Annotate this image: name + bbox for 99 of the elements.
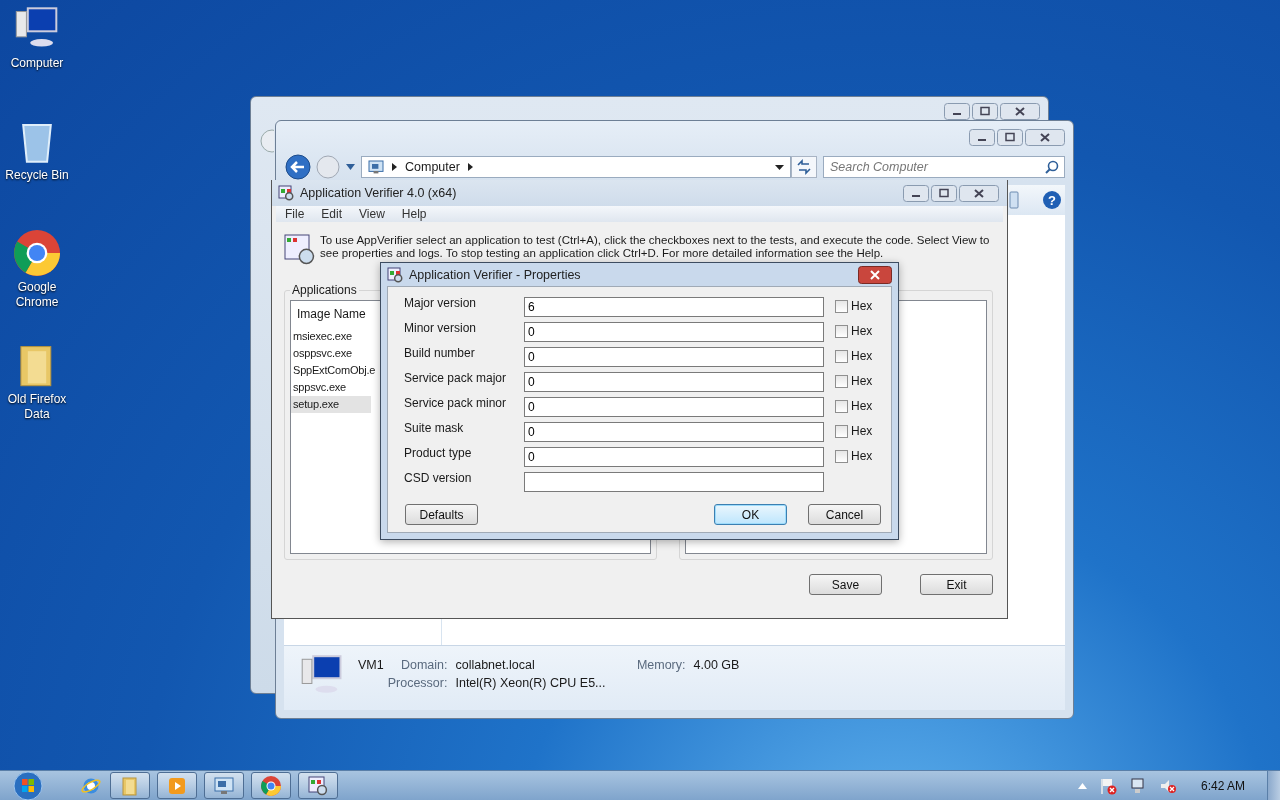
checkbox-label[interactable]: Hex xyxy=(851,299,873,313)
input-field[interactable]: 0 xyxy=(524,372,824,392)
close-button[interactable] xyxy=(858,265,892,284)
refresh-button[interactable] xyxy=(791,156,817,178)
menu-item[interactable]: View xyxy=(350,206,393,222)
instructions-text: To use AppVerifier select an application to test (Ctrl+A), click the checkboxes next to the tests, and execute the code. Select View to see properties and logs. To stop testing an application click Ctrl+D. For more detailed information see the Help. xyxy=(320,234,991,261)
chevron-icon[interactable] xyxy=(392,163,397,171)
search-icon[interactable] xyxy=(1045,160,1059,174)
window-magnifier-icon xyxy=(387,266,403,283)
list-item[interactable]: setup.exe xyxy=(291,396,371,413)
taskbar-button[interactable] xyxy=(110,772,150,799)
list-item[interactable]: sppsvc.exe xyxy=(291,379,371,396)
detail-label: Domain: xyxy=(399,658,448,672)
list-item[interactable]: msiexec.exe xyxy=(291,328,371,345)
help-button[interactable]: ? xyxy=(1043,191,1061,209)
input-field[interactable]: 6 xyxy=(524,297,824,317)
desktop-icon-label[interactable]: Old Firefox Data xyxy=(4,392,70,422)
minimize-button[interactable] xyxy=(903,184,929,202)
input-field[interactable]: 0 xyxy=(524,322,824,342)
field-label: Major version xyxy=(404,296,478,310)
field-label: CSD version xyxy=(404,471,473,485)
checkbox[interactable] xyxy=(835,374,848,388)
menu-item[interactable]: File xyxy=(276,206,313,222)
dropdown-caret-icon[interactable] xyxy=(775,164,784,170)
checkbox-label[interactable]: Hex xyxy=(851,449,873,463)
field-label: Suite mask xyxy=(404,421,465,435)
input-field[interactable]: 0 xyxy=(524,347,824,367)
desktop-icon-label[interactable]: Recycle Bin xyxy=(4,168,70,183)
checkbox-label[interactable]: Hex xyxy=(851,424,873,438)
start-button[interactable] xyxy=(13,770,43,800)
taskbar-button[interactable] xyxy=(157,772,197,799)
taskbar-button[interactable] xyxy=(251,772,291,799)
maximize-button[interactable] xyxy=(931,184,957,202)
clock[interactable]: 6:42 AM xyxy=(1200,778,1245,793)
checkbox[interactable] xyxy=(835,449,848,463)
dialog-title: Application Verifier - Properties xyxy=(409,267,581,282)
window-magnifier-icon xyxy=(278,185,294,201)
monitor-icon xyxy=(214,775,234,796)
field-label: Build number xyxy=(404,346,476,360)
maximize-button[interactable] xyxy=(997,129,1023,146)
menu-item[interactable]: Edit xyxy=(312,206,351,222)
window-title: Application Verifier 4.0 (x64) xyxy=(300,186,457,200)
checkbox-label[interactable]: Hex xyxy=(851,324,873,338)
input-field[interactable]: 0 xyxy=(524,422,824,442)
field-label: Service pack minor xyxy=(404,396,508,410)
detail-label: Memory: xyxy=(635,658,686,672)
detail-label: Processor: xyxy=(387,676,448,690)
input-field[interactable]: 0 xyxy=(524,447,824,467)
chevron-icon[interactable] xyxy=(467,163,473,171)
input-field[interactable] xyxy=(524,472,824,492)
close-button[interactable] xyxy=(1000,103,1040,120)
field-label: Product type xyxy=(404,446,473,460)
breadcrumb-item[interactable]: Computer xyxy=(405,160,460,174)
desktop-icon-label[interactable]: Computer xyxy=(4,56,70,71)
checkbox-label[interactable]: Hex xyxy=(851,374,873,388)
dialog-button[interactable]: Cancel xyxy=(808,504,881,525)
maximize-button[interactable] xyxy=(972,103,998,120)
checkbox[interactable] xyxy=(835,399,848,413)
field-label: Minor version xyxy=(404,321,478,335)
checkbox[interactable] xyxy=(835,424,848,438)
checkbox[interactable] xyxy=(835,324,848,338)
list-item[interactable]: osppsvc.exe xyxy=(291,345,371,362)
close-button[interactable] xyxy=(959,184,999,202)
menu-item[interactable]: Help xyxy=(392,206,435,222)
search-field[interactable]: Search Computer xyxy=(823,156,1065,178)
chrome-icon xyxy=(261,775,281,796)
detail-value: Intel(R) Xeon(R) CPU E5... xyxy=(455,676,606,690)
desktop-icon-label[interactable]: Google Chrome xyxy=(4,280,70,310)
checkbox-label[interactable]: Hex xyxy=(851,399,873,413)
show-desktop-button[interactable] xyxy=(1267,771,1280,800)
checkbox[interactable] xyxy=(835,349,848,363)
list-item[interactable]: SppExtComObj.e xyxy=(291,362,378,379)
dialog-button[interactable]: OK xyxy=(714,504,787,525)
dialog-button[interactable]: Exit xyxy=(920,574,993,595)
input-field[interactable]: 0 xyxy=(524,397,824,417)
folder-icon xyxy=(120,775,140,796)
network-icon[interactable] xyxy=(1128,776,1147,795)
checkbox[interactable] xyxy=(835,299,848,313)
window-magnifier-icon xyxy=(284,234,316,266)
taskbar-button[interactable] xyxy=(204,772,244,799)
detail-value: 4.00 GB xyxy=(693,658,740,672)
checkbox-label[interactable]: Hex xyxy=(851,349,873,363)
dialog-button[interactable]: Save xyxy=(809,574,882,595)
monitor-icon xyxy=(368,159,384,175)
flag-icon[interactable] xyxy=(1098,776,1117,795)
group-label: Applications xyxy=(290,283,359,297)
window-magnifier-icon xyxy=(308,775,328,796)
chrome-icon[interactable] xyxy=(14,230,60,276)
field-label: Service pack major xyxy=(404,371,508,385)
detail-value: collabnet.local xyxy=(455,658,536,672)
minimize-button[interactable] xyxy=(944,103,970,120)
play-icon xyxy=(167,775,187,796)
minimize-button[interactable] xyxy=(969,129,995,146)
taskbar-button[interactable] xyxy=(298,772,338,799)
address-bar[interactable]: Computer xyxy=(361,156,791,178)
back-button[interactable] xyxy=(285,154,311,180)
close-button[interactable] xyxy=(1025,129,1065,146)
computer-name: VM1 xyxy=(358,658,384,672)
dialog-button[interactable]: Defaults xyxy=(405,504,478,525)
